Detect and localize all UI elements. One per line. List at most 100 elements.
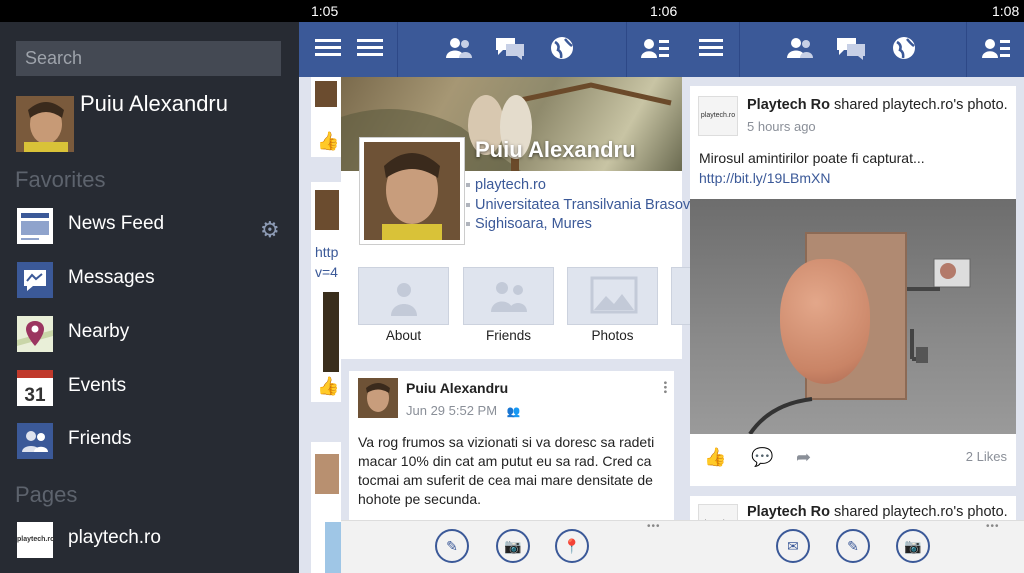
divider bbox=[397, 22, 398, 77]
photo-icon bbox=[590, 276, 638, 314]
camera-button[interactable]: 📷 bbox=[496, 529, 530, 563]
profile-picture-art bbox=[364, 142, 460, 240]
profile-picture[interactable] bbox=[359, 137, 465, 245]
menu-item-label: News Feed bbox=[68, 213, 165, 234]
info-school[interactable]: Universitatea Transilvania Brasov bbox=[465, 197, 690, 213]
likes-count[interactable]: 2 Likes bbox=[966, 449, 1007, 464]
photos-tile[interactable] bbox=[567, 267, 658, 325]
globe-icon[interactable] bbox=[892, 36, 916, 65]
hamburger-icon[interactable] bbox=[699, 36, 723, 63]
messages-icon[interactable] bbox=[836, 36, 866, 65]
story-author[interactable]: Playtech Ro bbox=[747, 504, 830, 520]
friends-tile[interactable] bbox=[463, 267, 554, 325]
info-hometown[interactable]: Sighisoara, Mures bbox=[466, 216, 592, 232]
nearby-icon bbox=[17, 316, 53, 352]
playtech-logo[interactable]: playtech.ro bbox=[698, 96, 738, 136]
search-input[interactable]: Search bbox=[16, 41, 281, 76]
friends-icon bbox=[491, 282, 527, 312]
menu-item-news-feed[interactable]: News Feed bbox=[0, 205, 299, 251]
menu-item-messages[interactable]: Messages bbox=[0, 259, 299, 305]
clock-2: 1:06 bbox=[650, 3, 678, 19]
menu-item-page-playtech[interactable]: playtech.ro playtech.ro bbox=[0, 519, 299, 565]
hidden-card: http v=4 👍 bbox=[311, 182, 341, 402]
more-menu-icon[interactable]: ••• bbox=[647, 521, 661, 532]
post-author[interactable]: Puiu Alexandru bbox=[406, 380, 508, 396]
like-icon[interactable]: 👍 bbox=[317, 376, 339, 397]
hamburger-icon[interactable] bbox=[315, 36, 341, 63]
news-feed-icon bbox=[17, 208, 53, 244]
events-badge: 31 bbox=[24, 385, 46, 406]
post-avatar[interactable] bbox=[358, 378, 398, 418]
thumbnail bbox=[315, 81, 337, 107]
pages-header: Pages bbox=[15, 482, 78, 507]
story-header: Playtech Ro shared playtech.ro's photo. bbox=[747, 504, 1008, 520]
thumbnail bbox=[325, 522, 341, 573]
news-feed-panel: playtech.ro Playtech Ro shared playtech.… bbox=[690, 22, 1024, 573]
link-fragment[interactable]: http bbox=[315, 244, 338, 260]
menu-item-label: Nearby bbox=[68, 321, 130, 342]
messages-icon[interactable] bbox=[495, 36, 525, 65]
partial-tile[interactable] bbox=[671, 267, 690, 325]
like-icon[interactable]: 👍 bbox=[704, 447, 726, 468]
app-bar bbox=[299, 22, 690, 77]
message-button[interactable]: ✉ bbox=[776, 529, 810, 563]
menu-item-events[interactable]: 31 Events bbox=[0, 367, 299, 413]
comment-icon[interactable]: 💬 bbox=[751, 447, 773, 468]
story-verb: shared playtech.ro's photo. bbox=[830, 97, 1008, 113]
story-caption: Mirosul amintirilor poate fi capturat... bbox=[699, 150, 925, 166]
about-tile[interactable] bbox=[358, 267, 449, 325]
menu-item-nearby[interactable]: Nearby bbox=[0, 313, 299, 359]
playtech-logo: playtech.ro bbox=[17, 522, 54, 558]
more-options-icon[interactable]: ••• bbox=[659, 381, 670, 395]
side-menu: Search Puiu Alexandru Favorites News Fee… bbox=[0, 22, 299, 573]
events-icon: 31 bbox=[17, 370, 53, 406]
gear-icon[interactable]: ⚙ bbox=[260, 217, 280, 243]
friends-list-icon[interactable] bbox=[641, 36, 669, 65]
menu-item-label: Messages bbox=[68, 267, 155, 288]
hidden-card bbox=[311, 442, 341, 573]
feed-story: playtech.ro Playtech Ro shared playtech.… bbox=[690, 86, 1016, 486]
timeline-panel: 👍 http v=4 👍 Puiu Alexandru playtech.ro … bbox=[299, 22, 690, 573]
more-menu-icon[interactable]: ••• bbox=[986, 521, 1000, 532]
story-time: 5 hours ago bbox=[747, 119, 816, 134]
story-link[interactable]: http://bit.ly/19LBmXN bbox=[699, 170, 831, 186]
clock-3: 1:08 bbox=[992, 3, 1020, 19]
avatar[interactable] bbox=[16, 96, 74, 152]
tile-label: Photos bbox=[591, 328, 634, 343]
menu-item-friends[interactable]: Friends bbox=[0, 420, 299, 466]
profile-name: Puiu Alexandru bbox=[475, 137, 636, 162]
post-avatar-art bbox=[358, 378, 398, 418]
story-photo[interactable] bbox=[690, 199, 1016, 434]
menu-item-label: playtech.ro bbox=[68, 527, 161, 548]
like-icon[interactable]: 👍 bbox=[317, 131, 339, 152]
favorites-header: Favorites bbox=[15, 167, 106, 192]
friend-requests-icon[interactable] bbox=[445, 36, 473, 65]
post-text: Va rog frumos sa vizionati si va doresc … bbox=[358, 434, 655, 507]
tile-label: Friends bbox=[485, 328, 531, 343]
status-bar-right: 1:06 1:08 bbox=[600, 0, 1024, 22]
thumbnail bbox=[315, 454, 339, 494]
person-icon bbox=[391, 283, 417, 316]
link-fragment[interactable]: v=4 bbox=[315, 264, 338, 280]
divider bbox=[626, 22, 627, 77]
story-text: Mirosul amintirilor poate fi capturat...… bbox=[699, 148, 999, 188]
divider bbox=[966, 22, 967, 77]
hidden-card: 👍 bbox=[311, 77, 341, 157]
avatar-photo bbox=[16, 96, 74, 152]
user-name[interactable]: Puiu Alexandru bbox=[80, 91, 228, 117]
friend-requests-icon[interactable] bbox=[786, 36, 814, 65]
command-bar: ✉ ✎ 📷 ••• bbox=[690, 520, 1024, 573]
info-employer[interactable]: playtech.ro bbox=[466, 177, 546, 193]
friends-list-icon[interactable] bbox=[982, 36, 1010, 65]
story-author[interactable]: Playtech Ro bbox=[747, 97, 830, 113]
check-in-button[interactable]: 📍 bbox=[555, 529, 589, 563]
compose-status-button[interactable]: ✎ bbox=[435, 529, 469, 563]
share-icon[interactable]: ➦ bbox=[796, 447, 811, 468]
photo-device-art bbox=[748, 258, 971, 434]
camera-button[interactable]: 📷 bbox=[896, 529, 930, 563]
globe-icon[interactable] bbox=[550, 36, 574, 65]
hamburger-icon[interactable] bbox=[357, 36, 383, 63]
story-verb: shared playtech.ro's photo. bbox=[830, 504, 1008, 520]
compose-status-button[interactable]: ✎ bbox=[836, 529, 870, 563]
divider bbox=[739, 22, 740, 77]
